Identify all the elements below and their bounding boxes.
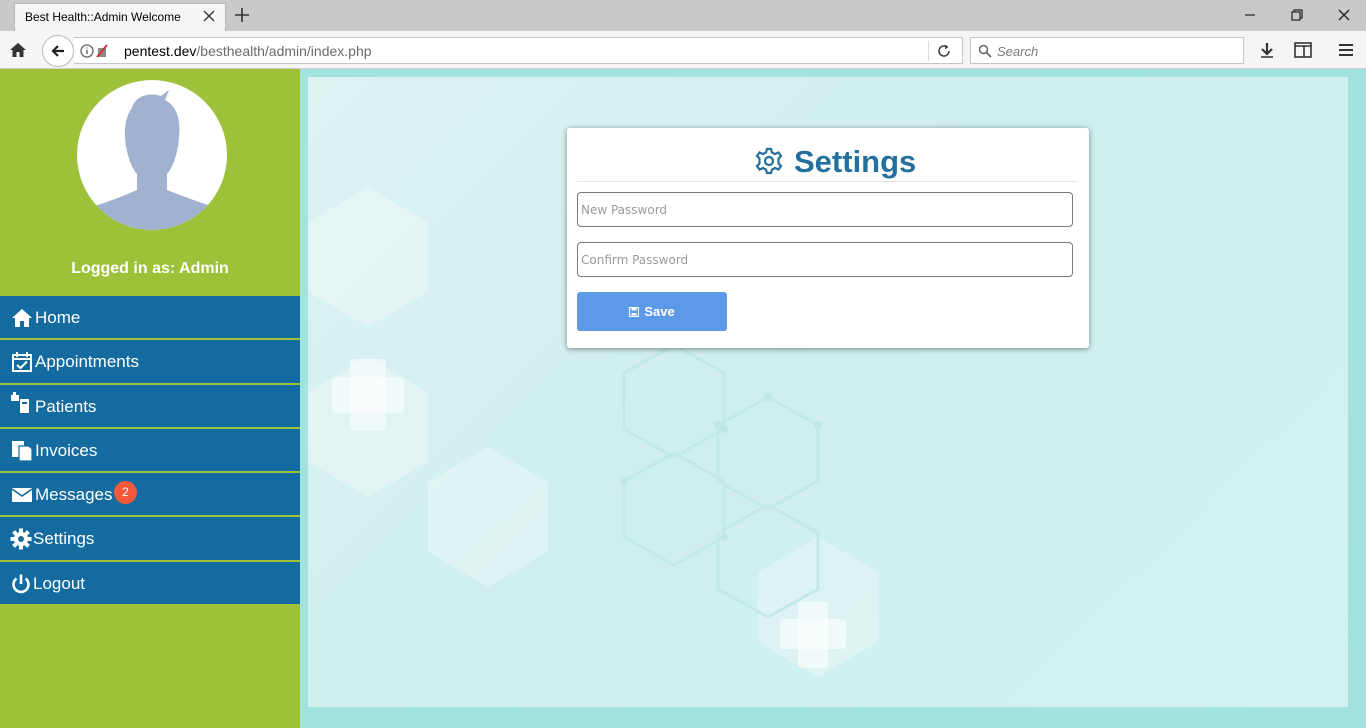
url-divider bbox=[928, 41, 929, 61]
new-tab-icon[interactable] bbox=[233, 6, 251, 24]
envelope-icon bbox=[11, 488, 33, 503]
back-arrow-icon bbox=[51, 45, 64, 57]
save-label: Save bbox=[644, 304, 675, 319]
browser-toolbar: pentest.dev/besthealth/admin/index.php S… bbox=[0, 31, 1366, 69]
message-count-badge: 2 bbox=[114, 481, 137, 505]
settings-card: Settings Save bbox=[567, 128, 1089, 348]
restore-icon[interactable] bbox=[1288, 6, 1306, 24]
search-bar[interactable]: Search bbox=[970, 37, 1244, 64]
save-button[interactable]: Save bbox=[577, 292, 727, 331]
sidebar-item-label: Logout bbox=[33, 573, 85, 593]
sidebar-item-label: Home bbox=[35, 308, 81, 327]
reload-icon[interactable] bbox=[936, 43, 952, 59]
url-text: pentest.dev/besthealth/admin/index.php bbox=[124, 43, 372, 59]
patients-icon bbox=[11, 391, 29, 413]
url-path: /besthealth/admin/index.php bbox=[196, 43, 372, 59]
page-title: Settings bbox=[794, 144, 917, 179]
home-icon[interactable] bbox=[8, 40, 28, 60]
user-silhouette-icon bbox=[77, 90, 227, 230]
search-icon bbox=[978, 44, 992, 58]
menu-icon[interactable] bbox=[1336, 40, 1356, 60]
content-panel: Settings Save bbox=[308, 77, 1348, 707]
sidebar-item-label: Invoices bbox=[35, 440, 98, 460]
floppy-disk-icon bbox=[629, 307, 640, 317]
sidebar-item-label: Patients bbox=[35, 396, 97, 416]
tab-title: Best Health::Admin Welcome bbox=[25, 10, 181, 24]
browser-tab[interactable]: Best Health::Admin Welcome bbox=[14, 3, 226, 31]
sidebar-menu: Home Appointments Patients Invoices Mess… bbox=[0, 296, 300, 607]
sidebar-item-label: Settings bbox=[33, 529, 95, 549]
url-host: pentest.dev bbox=[124, 43, 197, 59]
main-content: Settings Save bbox=[300, 69, 1366, 728]
sidebar: Logged in as: Admin Home Appointments Pa… bbox=[0, 69, 300, 728]
sidebar-item-label: Appointments bbox=[35, 352, 139, 372]
sidebar-item-label: Messages bbox=[35, 485, 113, 505]
logged-in-label: Logged in as: Admin bbox=[71, 260, 229, 277]
sidebar-item-messages[interactable]: Messages 2 bbox=[0, 473, 300, 518]
avatar bbox=[77, 80, 227, 230]
sidebar-item-home[interactable]: Home bbox=[0, 296, 300, 341]
url-bar[interactable]: pentest.dev/besthealth/admin/index.php bbox=[74, 37, 963, 64]
back-button[interactable] bbox=[42, 35, 74, 67]
settings-header: Settings bbox=[577, 128, 1077, 182]
downloads-icon[interactable] bbox=[1257, 40, 1277, 60]
gear-outline-icon bbox=[755, 147, 783, 175]
home-icon bbox=[12, 309, 32, 327]
minimize-icon[interactable] bbox=[1241, 6, 1259, 24]
close-window-icon[interactable] bbox=[1335, 6, 1353, 24]
calendar-check-icon bbox=[12, 352, 32, 373]
gear-icon bbox=[10, 528, 32, 550]
sidebar-item-invoices[interactable]: Invoices bbox=[0, 428, 300, 474]
sidebar-item-appointments[interactable]: Appointments bbox=[0, 340, 300, 385]
sidebar-item-settings[interactable]: Settings bbox=[0, 517, 300, 562]
invoice-icon bbox=[12, 440, 33, 462]
site-info-icon[interactable] bbox=[80, 43, 110, 59]
close-tab-icon[interactable] bbox=[201, 8, 217, 24]
power-icon bbox=[12, 574, 30, 594]
sidebar-item-logout[interactable]: Logout bbox=[0, 561, 300, 607]
search-placeholder: Search bbox=[997, 44, 1039, 59]
confirm-password-field[interactable] bbox=[577, 242, 1073, 277]
new-password-field[interactable] bbox=[577, 192, 1073, 227]
sidebar-toggle-icon[interactable] bbox=[1293, 40, 1313, 60]
sidebar-item-patients[interactable]: Patients bbox=[0, 384, 300, 429]
browser-tab-strip: Best Health::Admin Welcome bbox=[0, 0, 1366, 31]
